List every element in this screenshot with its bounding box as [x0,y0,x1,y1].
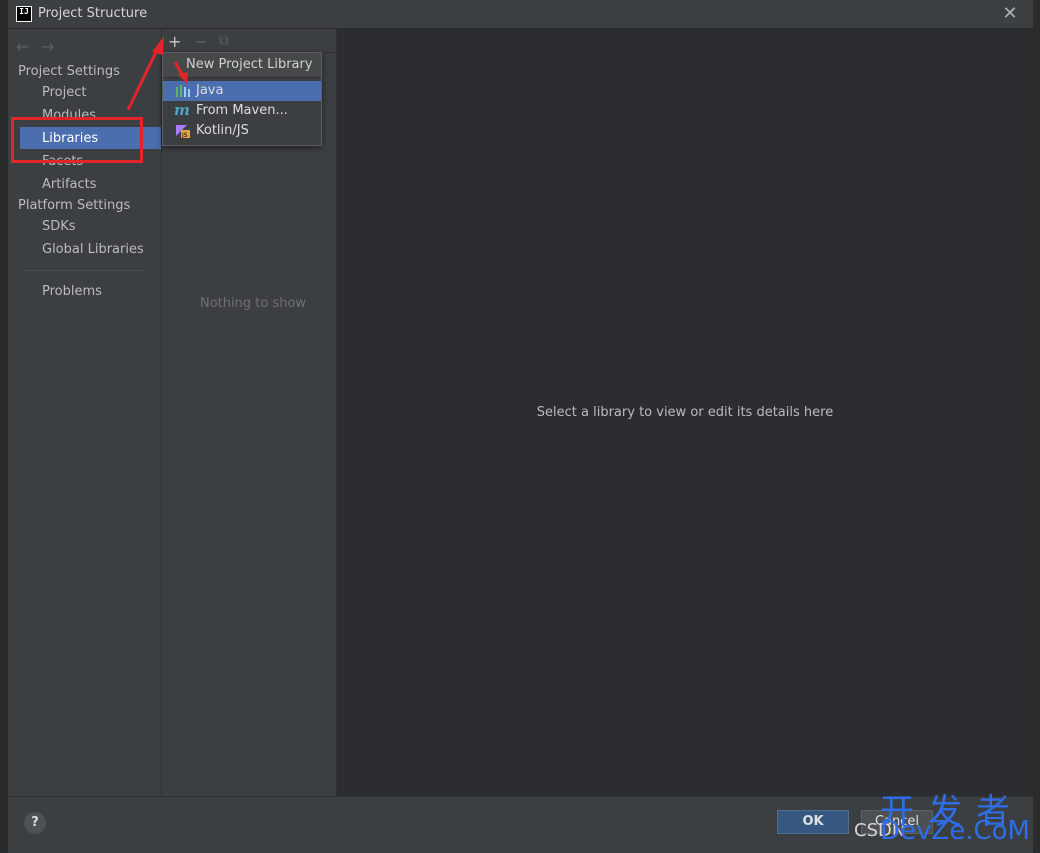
copy-icon[interactable]: ⧉ [219,33,229,49]
sidebar-item-global-libraries[interactable]: Global Libraries [42,242,144,257]
sidebar-divider [22,270,144,271]
title-bar: IJ Project Structure ✕ [8,0,1033,29]
sidebar-item-sdks[interactable]: SDKs [42,219,76,234]
project-settings-header: Project Settings [18,64,120,79]
help-button[interactable]: ? [24,812,46,834]
sidebar-item-problems[interactable]: Problems [42,284,102,299]
popup-item-label: Java [196,83,224,98]
forward-arrow-icon[interactable]: → [41,37,54,56]
popup-item-kotlin-js[interactable]: JS Kotlin/JS [163,121,321,141]
popup-title: New Project Library [186,57,313,72]
ide-background-right [1033,0,1040,852]
kotlin-js-icon: JS [176,125,190,139]
annotation-highlight-box [11,117,143,163]
detail-placeholder: Select a library to view or edit its det… [536,405,834,420]
sidebar-item-project[interactable]: Project [42,85,86,100]
new-library-popup: New Project Library Java m From Maven...… [162,52,322,146]
popup-header: New Project Library [163,53,321,78]
popup-item-label: From Maven... [196,103,288,118]
popup-item-label: Kotlin/JS [196,123,249,138]
ide-background-left [0,0,8,852]
remove-icon[interactable]: − [194,32,207,51]
library-detail-panel: Select a library to view or edit its det… [337,29,1033,796]
svg-text:JS: JS [181,132,188,139]
watermark-devze: DevZe.CoM [880,816,1030,846]
back-arrow-icon[interactable]: ← [16,37,29,56]
sidebar-item-artifacts[interactable]: Artifacts [42,177,97,192]
popup-item-java[interactable]: Java [163,81,321,101]
maven-icon: m [174,101,190,119]
window-title: Project Structure [38,6,148,21]
ok-button[interactable]: OK [777,810,849,834]
platform-settings-header: Platform Settings [18,198,131,213]
java-library-icon [176,85,190,97]
intellij-app-icon: IJ [16,6,32,22]
add-icon[interactable]: + [168,32,181,51]
empty-list-text: Nothing to show [200,296,307,311]
close-button[interactable]: ✕ [1000,4,1020,24]
popup-item-maven[interactable]: m From Maven... [163,101,321,121]
